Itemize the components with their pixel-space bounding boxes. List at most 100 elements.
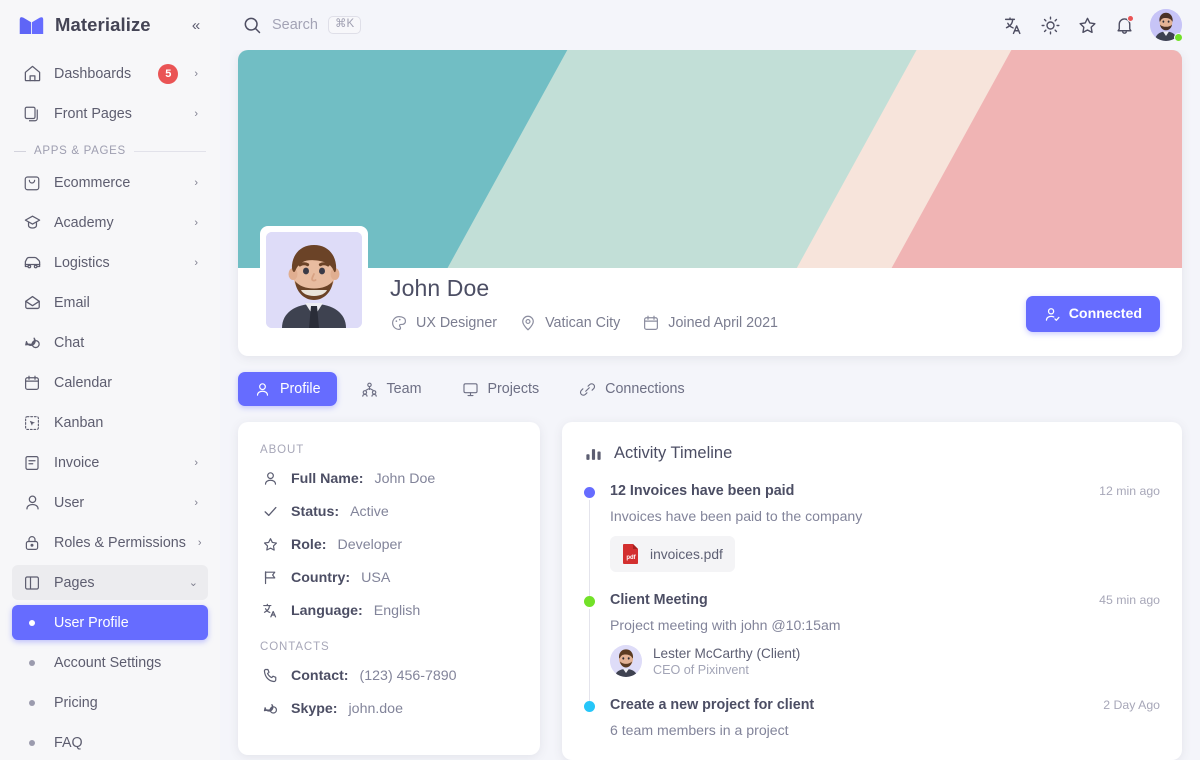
chat-bubble-icon xyxy=(22,333,42,353)
sidebar-item-user-profile[interactable]: User Profile xyxy=(12,605,208,640)
about-value: USA xyxy=(361,569,391,586)
section-line xyxy=(133,150,206,152)
profile-header-card: John Doe UX Designer Vatican City Joined… xyxy=(238,50,1182,356)
timeline-list: 12 Invoices have been paid 12 min ago In… xyxy=(584,483,1160,738)
sidebar-item-dashboards[interactable]: Dashboards 5 › xyxy=(12,56,208,91)
notification-dot xyxy=(1127,15,1134,22)
timeline-column: Activity Timeline 12 Invoices have been … xyxy=(562,422,1182,760)
timeline-item-head: 12 Invoices have been paid 12 min ago xyxy=(610,483,1160,499)
sidebar-item-roles-permissions[interactable]: Roles & Permissions › xyxy=(12,525,208,560)
user-icon xyxy=(22,493,42,513)
person-avatar xyxy=(610,645,642,677)
link-icon xyxy=(579,381,596,398)
sidebar-item-kanban[interactable]: Kanban xyxy=(12,405,208,440)
timeline-rail xyxy=(589,500,590,596)
bullet-icon xyxy=(22,659,42,666)
sidebar-item-logistics[interactable]: Logistics › xyxy=(12,245,208,280)
profile-body: John Doe UX Designer Vatican City Joined… xyxy=(238,226,1182,356)
sidebar-item-academy[interactable]: Academy › xyxy=(12,205,208,240)
profile-meta-joined: Joined April 2021 xyxy=(642,314,778,332)
sidebar-item-front-pages[interactable]: Front Pages › xyxy=(12,96,208,131)
app-root: Materialize « Dashboards 5 › Front Pages… xyxy=(0,0,1200,760)
layout-panel-icon xyxy=(22,573,42,593)
bell-icon[interactable] xyxy=(1113,14,1135,36)
person-info: Lester McCarthy (Client) CEO of Pixinven… xyxy=(653,646,800,677)
flag-icon xyxy=(260,569,280,586)
connected-button[interactable]: Connected xyxy=(1025,296,1160,332)
palette-icon xyxy=(390,314,408,332)
profile-grid: ABOUT Full Name: John Doe Status: Active… xyxy=(238,422,1182,760)
copy-icon xyxy=(22,104,42,124)
tab-connections[interactable]: Connections xyxy=(563,372,700,406)
sidebar-item-pages[interactable]: Pages ⌄ xyxy=(12,565,208,600)
timeline-item: 12 Invoices have been paid 12 min ago In… xyxy=(584,483,1160,596)
sidebar-item-faq[interactable]: FAQ xyxy=(12,725,208,760)
timeline-item-time: 45 min ago xyxy=(1099,593,1160,607)
sidebar-item-account-settings[interactable]: Account Settings xyxy=(12,645,208,680)
sidebar-item-label: Academy xyxy=(54,214,114,231)
sidebar-subitem-label: FAQ xyxy=(54,734,83,751)
sidebar-item-email[interactable]: Email xyxy=(12,285,208,320)
tab-team[interactable]: Team xyxy=(345,372,438,406)
sidebar-item-invoice[interactable]: Invoice › xyxy=(12,445,208,480)
timeline-item-head: Create a new project for client 2 Day Ag… xyxy=(610,697,1160,713)
translate-icon xyxy=(260,602,280,619)
about-row-full-name: Full Name: John Doe xyxy=(260,470,518,487)
timeline-item-time: 12 min ago xyxy=(1099,484,1160,498)
profile-meta-role: UX Designer xyxy=(390,314,497,332)
kanban-icon xyxy=(22,413,42,433)
chevron-right-icon: › xyxy=(194,256,198,269)
map-pin-icon xyxy=(519,314,537,332)
svg-text:pdf: pdf xyxy=(626,555,636,561)
tab-label: Team xyxy=(386,381,422,397)
truck-icon xyxy=(22,253,42,273)
sidebar-item-label: Calendar xyxy=(54,374,113,391)
sidebar-item-pricing[interactable]: Pricing xyxy=(12,685,208,720)
chevron-right-icon: › xyxy=(194,216,198,229)
topbar: Search ⌘K xyxy=(220,0,1200,50)
sidebar-item-label: Dashboards xyxy=(54,65,132,82)
avatar[interactable] xyxy=(1150,9,1183,42)
home-icon xyxy=(22,64,42,84)
profile-meta-text: UX Designer xyxy=(416,315,498,331)
search-shortcut-badge: ⌘K xyxy=(327,15,362,35)
chevron-right-icon: › xyxy=(194,456,198,469)
timeline-bullet-icon xyxy=(584,701,595,712)
tab-projects[interactable]: Projects xyxy=(446,372,556,406)
bullet-icon xyxy=(22,739,42,746)
timeline-item-desc: 6 team members in a project xyxy=(610,722,789,738)
sidebar-subitem-label: Pricing xyxy=(54,694,98,711)
tab-profile[interactable]: Profile xyxy=(238,372,337,406)
sidebar-item-calendar[interactable]: Calendar xyxy=(12,365,208,400)
contacts-caption: CONTACTS xyxy=(260,641,330,653)
sidebar-collapse-icon[interactable]: « xyxy=(186,15,206,35)
chevron-right-icon: › xyxy=(197,536,202,549)
timeline-item-desc: Project meeting with john @10:15am xyxy=(610,617,841,633)
online-status-dot xyxy=(1174,33,1183,42)
sidebar-item-label: Pages xyxy=(54,574,95,591)
attachment-chip[interactable]: pdf invoices.pdf xyxy=(610,536,735,572)
translate-icon[interactable] xyxy=(1002,14,1024,36)
sun-icon[interactable] xyxy=(1039,14,1061,36)
about-row-status: Status: Active xyxy=(260,503,518,520)
sidebar-item-chat[interactable]: Chat xyxy=(12,325,208,360)
about-value: Active xyxy=(350,503,389,520)
search-icon xyxy=(242,15,262,35)
star-icon[interactable] xyxy=(1076,14,1098,36)
about-value: John Doe xyxy=(374,470,436,487)
chevron-right-icon: › xyxy=(194,67,198,80)
activity-timeline-card: Activity Timeline 12 Invoices have been … xyxy=(562,422,1182,760)
about-value: (123) 456-7890 xyxy=(359,667,457,684)
search-input[interactable]: Search ⌘K xyxy=(242,15,362,35)
sidebar-item-ecommerce[interactable]: Ecommerce › xyxy=(12,165,208,200)
chevron-down-icon: ⌄ xyxy=(188,577,198,589)
user-check-icon xyxy=(1044,306,1061,323)
chevron-right-icon: › xyxy=(194,107,198,120)
sidebar-nav: Dashboards 5 › Front Pages › APPS & PAGE… xyxy=(0,50,220,760)
about-caption: ABOUT xyxy=(260,444,305,456)
about-key: Language: xyxy=(291,602,363,619)
timeline-item-title: Create a new project for client xyxy=(610,697,815,713)
about-row-skype: Skype: john.doe xyxy=(260,700,518,717)
sidebar-item-user[interactable]: User › xyxy=(12,485,208,520)
about-value: john.doe xyxy=(348,700,403,717)
